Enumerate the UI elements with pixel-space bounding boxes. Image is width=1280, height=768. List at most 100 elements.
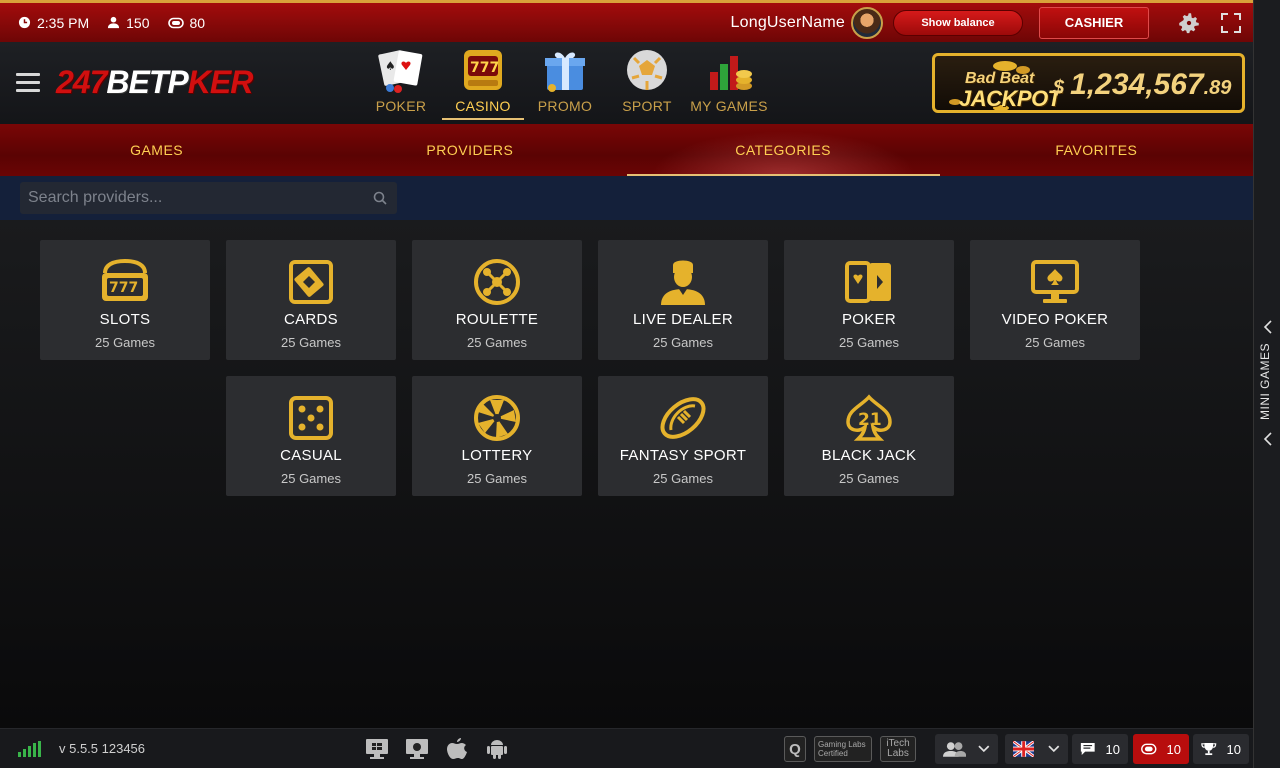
nav-label: MY GAMES: [690, 98, 768, 114]
windows-icon: [366, 739, 388, 759]
current-time: 2:35 PM: [37, 14, 90, 31]
mini-games-label: MINI GAMES: [1258, 342, 1272, 420]
category-count: 25 Games: [653, 471, 713, 486]
mini-games-panel[interactable]: MINI GAMES: [1253, 0, 1280, 768]
uk-flag-icon: [1013, 741, 1035, 757]
table-icon: [167, 17, 184, 28]
chevron-down-icon: [1048, 745, 1060, 753]
live-dealer-icon: [657, 256, 709, 308]
slots-777-icon: 777: [99, 256, 151, 308]
category-tile-fantasy-sport[interactable]: FANTASY SPORT 25 Games: [598, 376, 768, 496]
search-icon[interactable]: [373, 191, 387, 205]
nav-casino[interactable]: 777 CASINO: [442, 42, 524, 122]
nav-label: CASINO: [455, 98, 511, 114]
nav-sport[interactable]: SPORT: [606, 42, 688, 122]
search-row: [0, 176, 1253, 220]
category-tile-video-poker[interactable]: VIDEO POKER 25 Games: [970, 240, 1140, 360]
trophy-icon: [1201, 742, 1217, 756]
svg-text:21: 21: [858, 410, 882, 430]
jackpot-amount: $1,234,567.89: [1053, 68, 1231, 102]
open-tables-button[interactable]: 10: [1133, 734, 1189, 764]
jackpot-value: 1,234,567: [1070, 68, 1204, 101]
language-selector[interactable]: [1005, 734, 1068, 764]
main-nav: ♠ POKER 777 CASINO PROMO SPORT MY GAMES: [360, 42, 770, 124]
chevron-left-icon[interactable]: [1262, 320, 1274, 334]
gear-icon: [1179, 12, 1199, 33]
categories-panel: 777 SLOTS 25 Games CARDS 25 Games ROULET…: [0, 220, 1253, 728]
chevron-down-icon: [978, 745, 990, 753]
slot-machine-icon: 777: [457, 44, 509, 96]
clock-stat: 2:35 PM: [18, 15, 89, 31]
cashier-button[interactable]: CASHIER: [1039, 6, 1149, 39]
cards-icon: [285, 256, 337, 308]
nav-label: PROMO: [537, 98, 593, 114]
footer-bar: v 5.5.5 123456 Q Gaming Labs Certified i…: [0, 728, 1253, 768]
search-input[interactable]: [28, 189, 373, 207]
jackpot-cents: .89: [1203, 77, 1232, 99]
category-count: 25 Games: [653, 335, 713, 350]
category-tile-poker[interactable]: POKER 25 Games: [784, 240, 954, 360]
fullscreen-icon: [1221, 12, 1241, 33]
nav-promo[interactable]: PROMO: [524, 42, 606, 122]
android-download[interactable]: [484, 737, 510, 761]
ios-download[interactable]: [444, 737, 470, 761]
category-count: 25 Games: [467, 335, 527, 350]
open-tables-count: 10: [1166, 741, 1181, 757]
tab-categories[interactable]: CATEGORIES: [626, 124, 941, 176]
chart-coins-icon: [703, 44, 755, 96]
mac-icon: [406, 739, 428, 759]
soccer-ball-icon: [621, 44, 673, 96]
avatar[interactable]: [851, 6, 883, 39]
friends-button[interactable]: [935, 734, 998, 764]
category-count: 25 Games: [1025, 335, 1085, 350]
clock-icon: [18, 16, 31, 29]
nav-poker[interactable]: ♠ POKER: [360, 42, 442, 122]
top-status-bar: 2:35 PM 150 80 LongUserName Show balance…: [0, 0, 1253, 42]
casino-tabs: GAMES PROVIDERS CATEGORIES FAVORITES: [0, 124, 1253, 176]
category-tile-slots[interactable]: 777 SLOTS 25 Games: [40, 240, 210, 360]
lottery-icon: [471, 392, 523, 444]
category-tile-cards[interactable]: CARDS 25 Games: [226, 240, 396, 360]
category-tile-live-dealer[interactable]: LIVE DEALER 25 Games: [598, 240, 768, 360]
category-tile-roulette[interactable]: ROULETTE 25 Games: [412, 240, 582, 360]
chat-button[interactable]: 10: [1072, 734, 1128, 764]
tab-providers[interactable]: PROVIDERS: [313, 124, 626, 176]
category-tile-casual[interactable]: CASUAL 25 Games: [226, 376, 396, 496]
nav-label: POKER: [375, 98, 427, 114]
category-name: LIVE DEALER: [632, 311, 733, 328]
dice-icon: [285, 392, 337, 444]
menu-bar: [16, 89, 40, 92]
app-root: 2:35 PM 150 80 LongUserName Show balance…: [0, 0, 1280, 768]
chevron-left-icon[interactable]: [1262, 432, 1274, 446]
main-header: 247BETPKER ♠ POKER 777 CASINO PROMO SPOR…: [0, 42, 1253, 124]
category-name: VIDEO POKER: [1001, 311, 1109, 328]
username[interactable]: LongUserName: [731, 14, 845, 32]
category-count: 25 Games: [281, 335, 341, 350]
tournaments-count: 10: [1226, 741, 1241, 757]
category-count: 25 Games: [839, 335, 899, 350]
players-count: 150: [126, 14, 150, 31]
tab-favorites[interactable]: FAVORITES: [940, 124, 1253, 176]
video-poker-icon: [1029, 256, 1081, 308]
category-name: CARDS: [283, 311, 338, 328]
show-balance-button[interactable]: Show balance: [893, 9, 1023, 36]
category-tile-lottery[interactable]: LOTTERY 25 Games: [412, 376, 582, 496]
menu-button[interactable]: [16, 73, 40, 93]
category-name: ROULETTE: [455, 311, 539, 328]
nav-my-games[interactable]: MY GAMES: [688, 42, 770, 122]
windows-download[interactable]: [364, 737, 390, 761]
jackpot-currency: $: [1053, 77, 1065, 99]
settings-button[interactable]: [1175, 9, 1203, 37]
fullscreen-button[interactable]: [1217, 9, 1245, 37]
tournaments-button[interactable]: 10: [1193, 734, 1249, 764]
tables-stat: 80: [167, 15, 205, 31]
bad-beat-jackpot[interactable]: Bad Beat JACKPOT $1,234,567.89: [932, 53, 1245, 113]
mac-download[interactable]: [404, 737, 430, 761]
category-count: 25 Games: [467, 471, 527, 486]
category-name: CASUAL: [280, 447, 342, 464]
gift-box-icon: [539, 44, 591, 96]
android-icon: [487, 740, 507, 759]
brand-logo[interactable]: 247BETPKER: [56, 58, 253, 106]
tab-games[interactable]: GAMES: [0, 124, 313, 176]
category-tile-black-jack[interactable]: 21 BLACK JACK 25 Games: [784, 376, 954, 496]
